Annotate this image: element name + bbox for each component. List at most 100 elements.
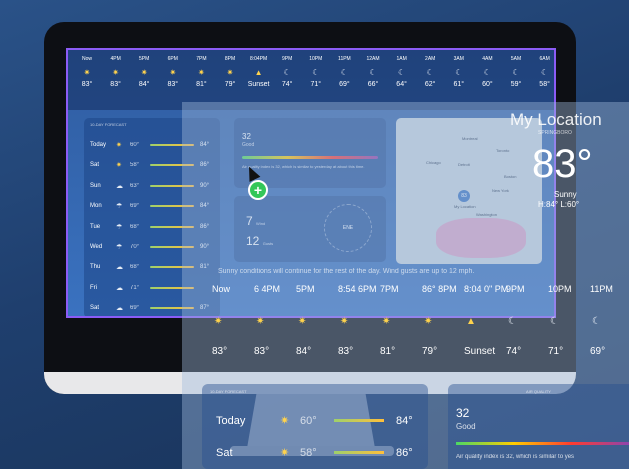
overlay-aq-desc: Air quality index is 32, which is simila…	[456, 454, 575, 460]
hour-temp: 60°	[482, 81, 493, 88]
hour-temp: 69°	[339, 81, 350, 88]
partly-cloudy-icon: ☁	[116, 284, 123, 292]
sun-icon: ✷	[280, 415, 290, 427]
hour-label: 11PM	[338, 56, 351, 62]
hourly-times: Now 6 4PM 5PM 8:54 6PM 7PM 86° 8PM 8:04 0" PM 9…	[212, 284, 629, 298]
sun-icon: ✷	[140, 68, 148, 77]
hour-temp: 71°	[310, 81, 322, 88]
hour-temp: 66°	[367, 81, 379, 88]
hourly-column: 4PM ✷ 83°	[101, 56, 131, 88]
sun-icon: ✷	[424, 316, 433, 327]
hourly-forecast: Now ✷ 83° 4PM ✷ 83° 5PM ✷ 84° 6PM ✷ 83° 7PM …	[68, 50, 554, 110]
add-plus-icon[interactable]: +	[248, 180, 268, 200]
forecast-row: Sat ✷ 58° 86°	[216, 446, 416, 460]
hourly-column: 6AM ☾ 58°	[530, 56, 554, 88]
low-temp: 60°	[130, 142, 140, 148]
hour-label: 8:04PM	[249, 56, 268, 62]
rain-icon: ☂	[116, 203, 123, 211]
hourly-column: 6PM ✷ 83°	[158, 56, 188, 88]
hour-temp: 71°	[548, 346, 564, 357]
hour-temp: 64°	[396, 81, 407, 88]
day-label: Sat	[90, 162, 100, 169]
sunset-icon: ▲	[254, 68, 263, 77]
hour-label: 6 4PM	[254, 284, 281, 294]
low-temp: 70°	[130, 244, 140, 250]
sun-icon: ✷	[340, 316, 349, 327]
partly-cloudy-icon: ☁	[116, 182, 123, 190]
hour-label: 8:54 6PM	[338, 284, 377, 294]
hour-label: 11PM	[590, 284, 613, 294]
sun-icon: ✷	[214, 316, 223, 327]
hour-label: 4AM	[482, 56, 493, 62]
hour-temp: 83°	[338, 346, 354, 357]
hour-label: 9PM	[506, 284, 525, 294]
rain-icon: ☂	[116, 244, 123, 251]
sun-icon: ✷	[298, 316, 307, 327]
moon-icon: ☾	[550, 316, 559, 327]
hour-temp: 69°	[590, 346, 606, 357]
low-temp: 69°	[130, 305, 140, 312]
sun-icon: ✷	[83, 68, 91, 77]
sun-icon: ✷	[116, 142, 122, 149]
sun-icon: ✷	[198, 68, 205, 77]
hour-temp: 83°	[212, 346, 228, 357]
hourly-column: 10PM ☾ 71°	[301, 56, 331, 88]
temp-range-bar	[334, 419, 384, 422]
hour-temp: 83°	[167, 81, 179, 88]
day-label: Sat	[90, 305, 100, 312]
hour-temp: 59°	[510, 81, 522, 88]
low-temp: 60°	[300, 414, 317, 427]
overlay-ten-day-header: 10-DAY FORECAST	[210, 389, 247, 394]
day-label: Tue	[90, 223, 101, 230]
hour-label: 5AM	[510, 56, 522, 62]
current-temperature: 83°	[532, 142, 593, 186]
overlay-aq-label: Good	[456, 422, 476, 431]
moon-icon: ☾	[541, 68, 549, 77]
hourly-column: 5PM ✷ 84°	[129, 56, 159, 88]
hour-label: 5PM	[296, 284, 315, 294]
low-temp: 68°	[130, 264, 140, 271]
hour-temp: 61°	[453, 81, 465, 88]
hour-temp: 62°	[424, 81, 436, 88]
day-label: Fri	[90, 284, 97, 291]
moon-icon: ☾	[512, 68, 520, 77]
dragged-weather-window[interactable]: My Location SPRINGBORO 83° Sunny H:84° L…	[182, 102, 629, 469]
sun-icon: ✷	[382, 316, 391, 327]
hour-temp: Sunset	[464, 346, 496, 357]
hourly-column: Now ✷ 83°	[72, 56, 102, 88]
day-label: Thu	[90, 264, 101, 271]
low-temp: 68°	[130, 223, 140, 230]
hourly-column: 3AM ☾ 61°	[444, 56, 474, 88]
overlay-aq-value: 32	[456, 406, 470, 420]
sun-icon: ✷	[226, 68, 234, 77]
hourly-column: 7PM ✷ 81°	[186, 56, 216, 88]
day-label: Wed	[90, 244, 103, 250]
hourly-column: 1AM ☾ 64°	[387, 56, 417, 88]
day-label: Mon	[90, 203, 102, 210]
hour-label: 12AM	[366, 56, 380, 62]
temp-range-bar	[334, 451, 384, 454]
partly-cloudy-icon: ☁	[116, 305, 123, 313]
hour-label: 7PM	[380, 284, 399, 294]
hourly-column: 12AM ☾ 66°	[358, 56, 388, 88]
low-temp: 69°	[130, 203, 140, 210]
hourly-column: 2AM ☾ 62°	[415, 56, 445, 88]
moon-icon: ☾	[369, 68, 377, 77]
high-temp: 84°	[396, 414, 413, 427]
sun-icon: ✷	[280, 447, 290, 459]
hour-label: 8PM	[224, 56, 236, 62]
sun-icon: ✷	[256, 316, 265, 327]
overlay-aq-scale	[456, 442, 629, 445]
partly-cloudy-icon: ☁	[116, 264, 123, 272]
hour-label: 10PM	[309, 56, 323, 62]
hour-label: 3AM	[453, 56, 464, 62]
day-label: Today	[216, 414, 246, 427]
day-label: Sun	[90, 182, 101, 189]
low-temp: 71°	[130, 284, 140, 291]
hour-label: 5PM	[139, 56, 150, 62]
moon-icon: ☾	[312, 68, 320, 77]
day-label: Today	[90, 142, 107, 148]
high-low: H:84° L:60°	[538, 200, 580, 209]
hour-label: 6PM	[167, 56, 178, 62]
overlay-ten-day-panel: 10-DAY FORECAST Today ✷ 60° 84° Sat ✷ 58…	[202, 384, 428, 469]
